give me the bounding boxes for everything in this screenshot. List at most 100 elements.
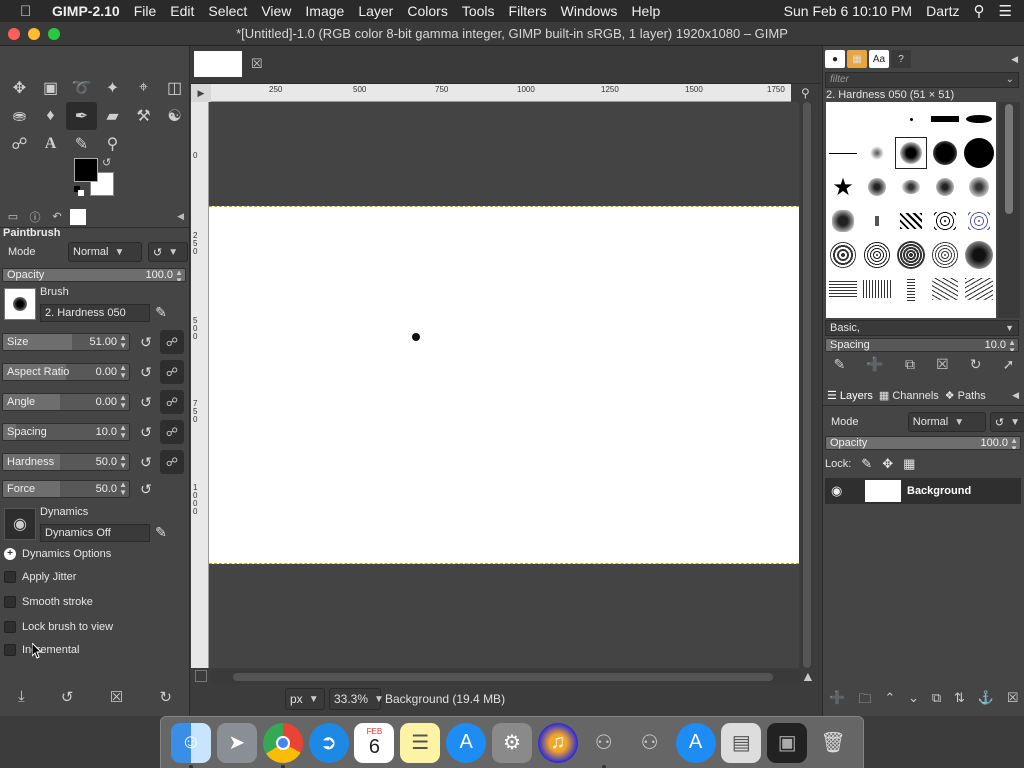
menu-file[interactable]: File xyxy=(134,3,157,19)
text-tool-icon[interactable]: A xyxy=(35,130,66,158)
tab-menu-icon[interactable]: ◀ xyxy=(1012,390,1019,401)
navigate-icon[interactable]: ▲ xyxy=(801,668,815,684)
layers-tab[interactable]: ☰ Layers xyxy=(827,389,873,403)
new-brush-icon[interactable]: ➕ xyxy=(866,356,883,373)
spin-arrows-icon[interactable]: ▲ ▼ xyxy=(175,269,183,281)
brush-cell-selected[interactable] xyxy=(894,136,928,170)
brush-grid[interactable]: ★ xyxy=(826,102,996,318)
refresh-brushes-icon[interactable]: ↻ xyxy=(970,356,982,373)
notes-icon[interactable]: ☰ xyxy=(400,722,441,763)
restore-options-icon[interactable]: ↺ xyxy=(61,688,74,706)
lasso-tool-icon[interactable]: ➰ xyxy=(66,74,97,102)
brush-cell[interactable] xyxy=(826,102,860,136)
force-slider[interactable]: Force 50.0 ▲ ▼ xyxy=(2,480,130,498)
delete-options-icon[interactable]: ☒ xyxy=(110,688,123,706)
dynamics-preview[interactable]: ◉ xyxy=(4,508,36,540)
brush-cell[interactable] xyxy=(860,170,894,204)
menu-view[interactable]: View xyxy=(261,3,291,19)
tab-menu-icon[interactable]: ◀ xyxy=(1011,54,1018,65)
trash-icon[interactable]: 🗑 xyxy=(813,723,853,763)
menu-help[interactable]: Help xyxy=(631,3,660,19)
user-name[interactable]: Dartz xyxy=(926,3,959,19)
audio-app-icon[interactable]: ♫ xyxy=(537,722,578,763)
duplicate-brush-icon[interactable]: ⧉ xyxy=(905,356,915,373)
reset-hardness-icon[interactable]: ↺ xyxy=(136,454,156,471)
finder-icon[interactable]: ☺ xyxy=(170,722,211,768)
brush-cell[interactable] xyxy=(894,102,928,136)
spin-arrows-icon[interactable]: ▲ ▼ xyxy=(1008,339,1016,351)
horizontal-ruler[interactable]: 250 500 750 1000 1250 1500 1750 xyxy=(211,84,791,102)
brush-cell[interactable] xyxy=(860,102,894,136)
lock-pixels-icon[interactable]: ✎ xyxy=(861,456,872,472)
spin-arrows-icon[interactable]: ▲ ▼ xyxy=(119,334,127,350)
link-size-icon[interactable]: ☍ xyxy=(160,330,184,354)
eraser-tool-icon[interactable]: ▰ xyxy=(97,102,128,130)
canvas-viewport[interactable] xyxy=(209,102,799,668)
eye-icon[interactable]: ◉ xyxy=(831,483,842,499)
brush-spacing-slider[interactable]: Spacing 10.0 ▲ ▼ xyxy=(825,338,1019,352)
checkbox[interactable] xyxy=(4,621,16,633)
screenshot-folder-icon[interactable]: ▣ xyxy=(767,722,808,763)
preview-icon[interactable]: ▤ xyxy=(721,722,762,763)
lock-brush-check[interactable]: Lock brush to view xyxy=(4,621,113,633)
angle-slider[interactable]: Angle 0.00 ▲ ▼ xyxy=(2,393,130,411)
rect-select-tool-icon[interactable]: ▣ xyxy=(35,74,66,102)
opacity-slider[interactable]: Opacity 100.0 ▲ ▼ xyxy=(2,268,186,282)
tool-options-tab-icon[interactable]: ▭ xyxy=(4,209,22,225)
spin-arrows-icon[interactable]: ▲ ▼ xyxy=(119,394,127,410)
default-colors-icon[interactable] xyxy=(74,186,84,196)
brush-cell[interactable] xyxy=(826,238,860,272)
paths-tab[interactable]: ❖ Paths xyxy=(945,389,986,403)
brush-cell[interactable] xyxy=(928,204,962,238)
delete-layer-icon[interactable]: ☒ xyxy=(1007,690,1019,712)
brush-cell[interactable] xyxy=(928,136,962,170)
brush-cell[interactable] xyxy=(928,238,962,272)
checkbox[interactable] xyxy=(4,644,16,656)
link-aspect-icon[interactable]: ☍ xyxy=(160,360,184,384)
brush-cell[interactable]: ★ xyxy=(826,170,860,204)
layer-mode-select[interactable]: Normal ▼ xyxy=(907,412,986,432)
bucket-fill-tool-icon[interactable]: ♦ xyxy=(35,102,66,130)
gimp-icon[interactable]: ⚇ xyxy=(584,723,624,768)
fuzzy-select-tool-icon[interactable]: ✦ xyxy=(97,74,128,102)
brush-cell[interactable] xyxy=(826,272,860,306)
brushes-tab-icon[interactable]: ● xyxy=(825,50,845,68)
reset-angle-icon[interactable]: ↺ xyxy=(136,394,156,411)
clock[interactable]: Sun Feb 6 10:10 PM xyxy=(784,3,912,19)
clone-tool-icon[interactable]: ⚒ xyxy=(128,102,159,130)
brush-cell[interactable] xyxy=(962,102,996,136)
zoom-follow-icon[interactable]: ⚲ xyxy=(801,86,810,100)
patterns-tab-icon[interactable]: ▦ xyxy=(847,50,867,68)
device-status-tab-icon[interactable]: ⓘ xyxy=(26,209,44,225)
ruler-menu-icon[interactable]: ▶ xyxy=(191,84,211,102)
edit-brush-icon[interactable]: ✎ xyxy=(834,356,846,373)
images-tab-icon[interactable] xyxy=(70,208,86,225)
anchor-layer-icon[interactable]: ⚓ xyxy=(978,690,994,712)
foreground-color[interactable] xyxy=(74,158,98,182)
image-canvas[interactable] xyxy=(209,206,799,564)
menu-colors[interactable]: Colors xyxy=(407,3,447,19)
scroll-thumb[interactable] xyxy=(233,673,773,681)
spin-arrows-icon[interactable]: ▲ ▼ xyxy=(119,454,127,470)
move-tool-icon[interactable]: ✥ xyxy=(4,74,35,102)
spacing-slider[interactable]: Spacing 10.0 ▲ ▼ xyxy=(2,423,130,441)
brush-cell[interactable] xyxy=(860,238,894,272)
apply-jitter-check[interactable]: Apply Jitter xyxy=(4,571,76,583)
lower-layer-icon[interactable]: ⌄ xyxy=(908,690,919,712)
edit-brush-icon[interactable]: ✎ xyxy=(150,304,172,321)
edit-dynamics-icon[interactable]: ✎ xyxy=(150,524,172,541)
chrome-icon[interactable] xyxy=(262,722,303,768)
size-slider[interactable]: Size 51.00 ▲ ▼ xyxy=(2,333,130,351)
new-layer-icon[interactable]: ➕ xyxy=(829,690,845,712)
brush-cell[interactable] xyxy=(928,170,962,204)
brush-cell[interactable] xyxy=(860,204,894,238)
save-options-icon[interactable]: ⤓ xyxy=(18,688,25,706)
link-hardness-icon[interactable]: ☍ xyxy=(160,450,184,474)
brush-cell[interactable] xyxy=(894,272,928,306)
brush-cell[interactable] xyxy=(962,272,996,306)
paths-tool-icon[interactable]: ☍ xyxy=(4,130,35,158)
spin-arrows-icon[interactable]: ▲ ▼ xyxy=(119,424,127,440)
dynamics-name-field[interactable]: Dynamics Off xyxy=(40,524,150,542)
app-store-downloads-icon[interactable]: A xyxy=(675,722,716,763)
minimize-window-button[interactable] xyxy=(28,27,40,40)
